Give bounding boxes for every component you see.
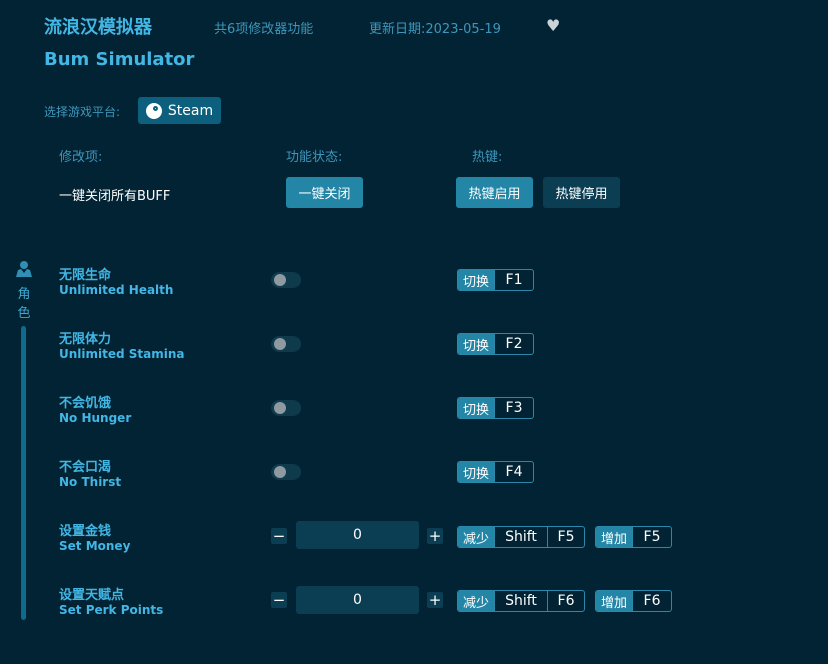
feature-name-en: Unlimited Health bbox=[59, 283, 174, 297]
perk-points-increment-button[interactable]: + bbox=[427, 592, 443, 608]
perk-points-value-input[interactable]: 0 bbox=[296, 586, 419, 614]
no-thirst-hotkey[interactable]: 切换 F4 bbox=[457, 461, 534, 483]
feature-name-cn: 无限体力 bbox=[59, 332, 112, 347]
no-hunger-hotkey[interactable]: 切换 F3 bbox=[457, 397, 534, 419]
app-title-en: Bum Simulator bbox=[44, 49, 195, 70]
hotkey-key: F5 bbox=[547, 527, 584, 547]
toggle-knob bbox=[274, 466, 286, 478]
hotkey-label: 切换 bbox=[458, 462, 495, 482]
money-increase-hotkey[interactable]: 增加 F5 bbox=[595, 526, 672, 548]
update-date: 更新日期:2023-05-19 bbox=[369, 22, 501, 37]
toggle-knob bbox=[274, 402, 286, 414]
hotkey-label: 切换 bbox=[458, 334, 495, 354]
feature-name-en: Set Perk Points bbox=[59, 603, 164, 617]
feature-name-cn: 不会饥饿 bbox=[59, 396, 112, 411]
hotkey-key: F1 bbox=[494, 270, 533, 290]
column-header-hotkey: 热键: bbox=[472, 150, 503, 165]
hotkey-key: F3 bbox=[494, 398, 533, 418]
steam-platform-button[interactable]: Steam bbox=[138, 97, 221, 124]
hotkey-key: F2 bbox=[494, 334, 533, 354]
column-header-status: 功能状态: bbox=[286, 150, 343, 165]
perk-points-decrease-hotkey[interactable]: 减少 Shift F6 bbox=[457, 590, 585, 612]
feature-name-en: No Hunger bbox=[59, 411, 132, 425]
money-value-input[interactable]: 0 bbox=[296, 521, 419, 549]
platform-label: 选择游戏平台: bbox=[44, 105, 121, 119]
feature-count: 共6项修改器功能 bbox=[214, 22, 314, 37]
perk-points-decrement-button[interactable]: − bbox=[271, 592, 287, 608]
feature-name-en: No Thirst bbox=[59, 475, 122, 489]
hotkey-label: 减少 bbox=[458, 591, 495, 611]
toggle-knob bbox=[274, 274, 286, 286]
steam-icon bbox=[145, 102, 162, 119]
hotkey-label: 切换 bbox=[458, 270, 495, 290]
feature-name-cn: 无限生命 bbox=[59, 268, 112, 283]
feature-name-en: Set Money bbox=[59, 539, 131, 553]
hotkey-label: 增加 bbox=[596, 591, 633, 611]
close-all-buff-label: 一键关闭所有BUFF bbox=[59, 189, 171, 204]
feature-name-en: Unlimited Stamina bbox=[59, 347, 185, 361]
feature-name-cn: 设置金钱 bbox=[59, 524, 112, 539]
no-thirst-toggle[interactable] bbox=[271, 464, 301, 480]
heart-icon[interactable]: ♥ bbox=[546, 16, 560, 35]
money-decrease-hotkey[interactable]: 减少 Shift F5 bbox=[457, 526, 585, 548]
character-icon bbox=[16, 261, 32, 277]
hotkey-key: F4 bbox=[494, 462, 533, 482]
unlimited-stamina-hotkey[interactable]: 切换 F2 bbox=[457, 333, 534, 355]
column-header-item: 修改项: bbox=[59, 150, 103, 165]
unlimited-health-hotkey[interactable]: 切换 F1 bbox=[457, 269, 534, 291]
perk-points-increase-hotkey[interactable]: 增加 F6 bbox=[595, 590, 672, 612]
hotkey-key: F6 bbox=[632, 591, 671, 611]
sidebar-category-label[interactable]: 角色 bbox=[17, 285, 31, 323]
hotkey-enable-button[interactable]: 热键启用 bbox=[456, 177, 533, 208]
steam-label: Steam bbox=[167, 102, 214, 119]
hotkey-modifier: Shift bbox=[494, 591, 547, 611]
hotkey-key: F5 bbox=[632, 527, 671, 547]
no-hunger-toggle[interactable] bbox=[271, 400, 301, 416]
unlimited-stamina-toggle[interactable] bbox=[271, 336, 301, 352]
hotkey-disable-button[interactable]: 热键停用 bbox=[543, 177, 620, 208]
feature-name-cn: 设置天赋点 bbox=[59, 588, 125, 603]
unlimited-health-toggle[interactable] bbox=[271, 272, 301, 288]
hotkey-modifier: Shift bbox=[494, 527, 547, 547]
toggle-knob bbox=[274, 338, 286, 350]
hotkey-key: F6 bbox=[547, 591, 584, 611]
hotkey-label: 增加 bbox=[596, 527, 633, 547]
money-increment-button[interactable]: + bbox=[427, 528, 443, 544]
app-title-cn: 流浪汉模拟器 bbox=[44, 17, 152, 38]
hotkey-label: 切换 bbox=[458, 398, 495, 418]
close-all-button[interactable]: 一键关闭 bbox=[286, 177, 363, 208]
feature-name-cn: 不会口渴 bbox=[59, 460, 112, 475]
sidebar-scrollbar[interactable] bbox=[21, 326, 26, 620]
money-decrement-button[interactable]: − bbox=[271, 528, 287, 544]
hotkey-label: 减少 bbox=[458, 527, 495, 547]
